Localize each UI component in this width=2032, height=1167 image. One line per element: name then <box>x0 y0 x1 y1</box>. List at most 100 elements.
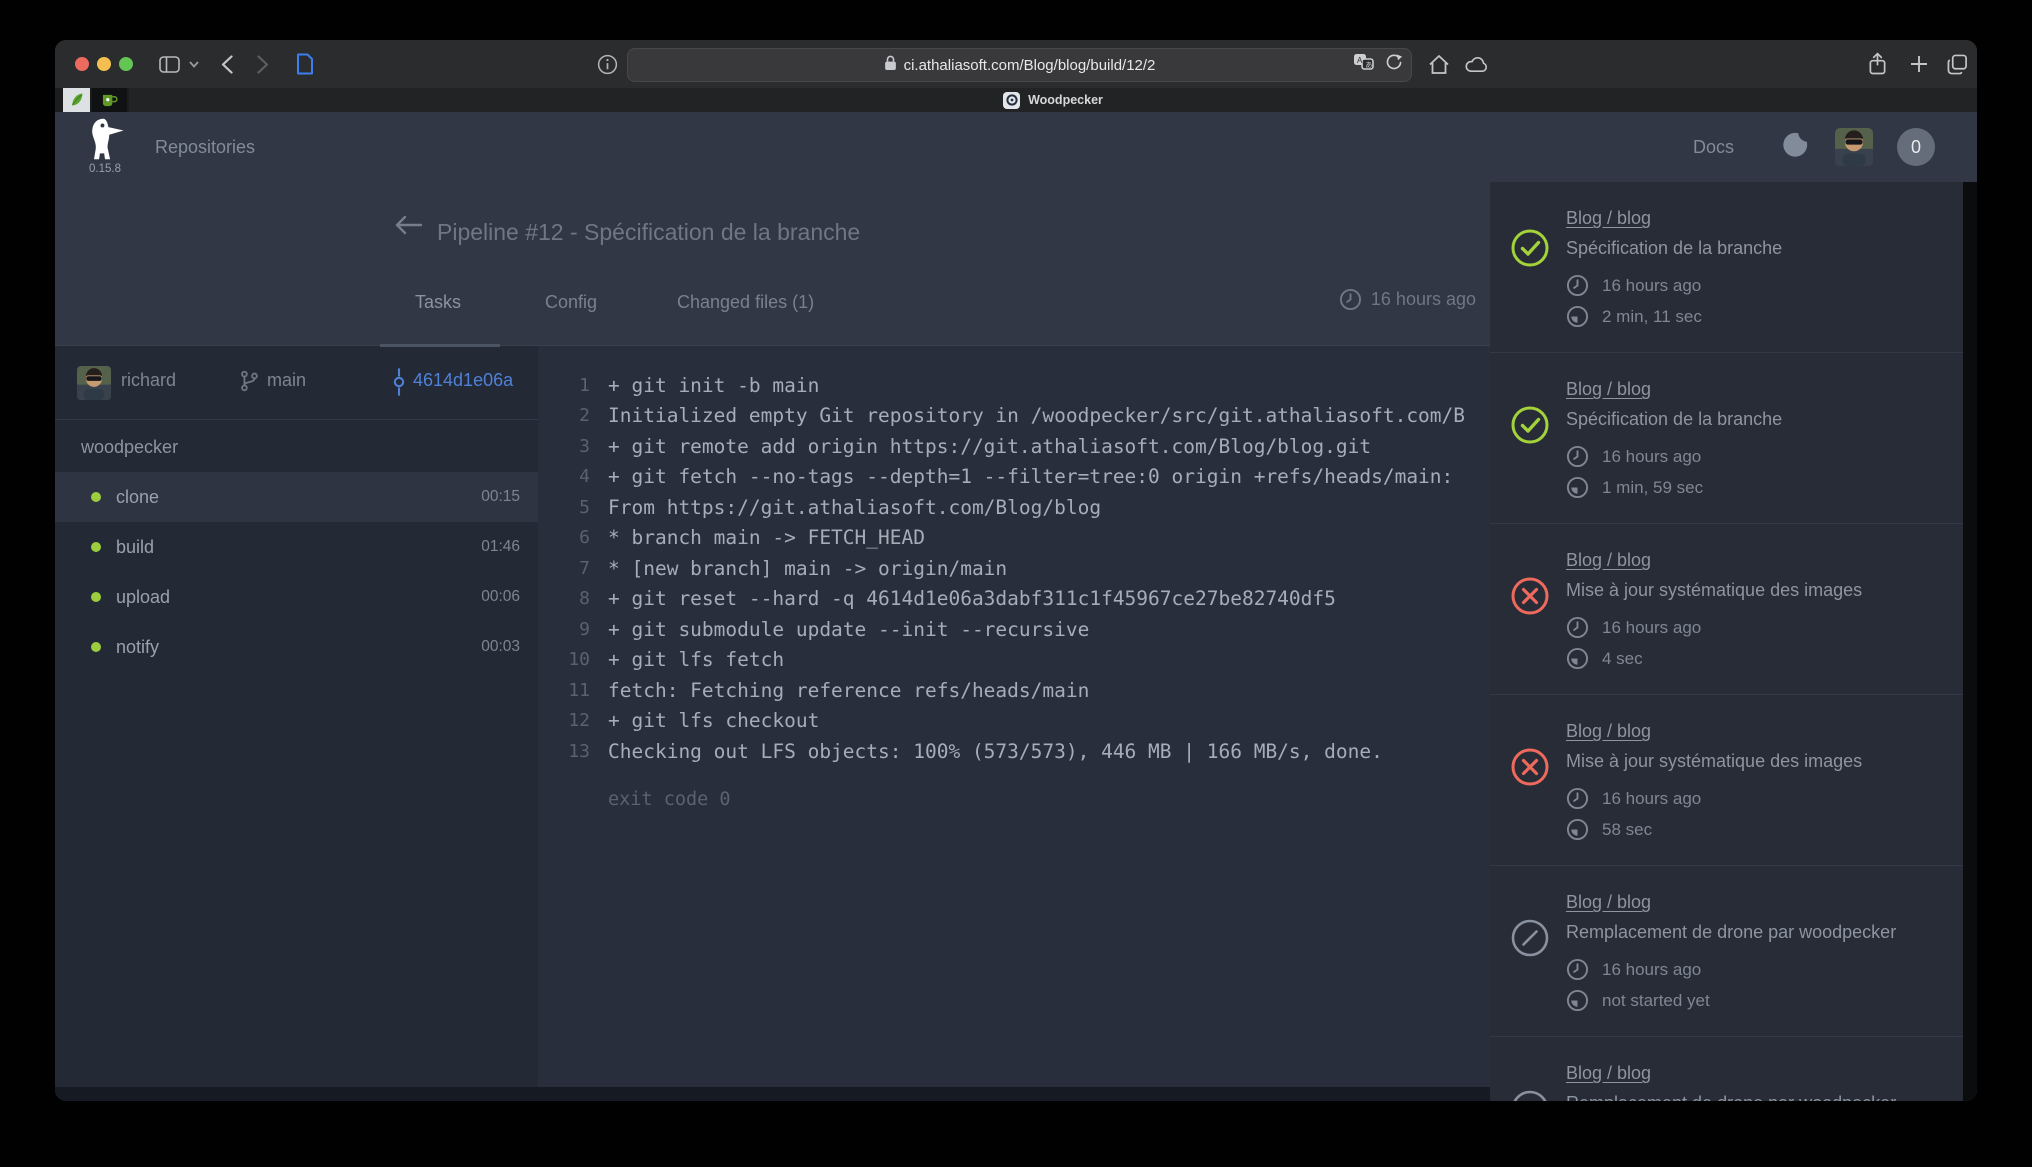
pipeline-time: 16 hours ago <box>1339 288 1476 311</box>
branch-name[interactable]: main <box>267 370 306 391</box>
build-time: 16 hours ago <box>1602 618 1701 638</box>
version-label: 0.15.8 <box>83 163 127 175</box>
gitea-cup-icon <box>101 93 118 108</box>
nav-docs-link[interactable]: Docs <box>1693 112 1734 182</box>
clock-icon <box>1566 274 1589 297</box>
failure-icon <box>1510 576 1550 616</box>
share-icon[interactable] <box>1865 52 1889 76</box>
console-line: 7* [new branch] main -> origin/main <box>558 553 1490 584</box>
translate-icon[interactable]: Aあ <box>1353 53 1375 77</box>
address-bar[interactable]: ci.athaliasoft.com/Blog/blog/build/12/2 … <box>627 48 1412 82</box>
build-duration: 58 sec <box>1602 820 1652 840</box>
repo-link[interactable]: Blog / blog <box>1566 550 1651 571</box>
pipeline-header: Pipeline #12 - Spécification de la branc… <box>55 182 1490 346</box>
tab-overview-icon[interactable] <box>1945 52 1969 76</box>
build-entry[interactable]: Blog / blog Remplacement de drone par wo… <box>1490 1036 1963 1101</box>
steps-panel: richard main 4614d1e06a woodpecker <box>55 346 538 1087</box>
console-line: 6* branch main -> FETCH_HEAD <box>558 523 1490 554</box>
home-icon[interactable] <box>1427 52 1451 76</box>
pipeline-main: Pipeline #12 - Spécification de la branc… <box>55 182 1490 1101</box>
step-success-dot <box>91 542 101 552</box>
tab-config[interactable]: Config <box>545 292 597 313</box>
build-duration: 2 min, 11 sec <box>1602 307 1702 327</box>
build-duration: 4 sec <box>1602 649 1643 669</box>
commit-hash-link[interactable]: 4614d1e06a <box>413 370 513 391</box>
app-body: Pipeline #12 - Spécification de la branc… <box>55 182 1977 1101</box>
repo-link[interactable]: Blog / blog <box>1566 892 1651 913</box>
commit-message: Mise à jour systématique des images <box>1566 580 1862 601</box>
duration-icon <box>1566 476 1589 499</box>
skipped-icon <box>1510 1089 1550 1101</box>
info-icon[interactable] <box>595 52 619 76</box>
step-build[interactable]: build 01:46 <box>55 522 538 572</box>
pinned-tab-feather[interactable] <box>63 88 90 112</box>
woodpecker-logo[interactable]: 0.15.8 <box>83 117 127 175</box>
console-line: 9+ git submodule update --init --recursi… <box>558 614 1490 645</box>
user-avatar[interactable] <box>1835 128 1873 166</box>
chevron-down-icon[interactable] <box>187 52 201 76</box>
feather-icon <box>69 92 85 108</box>
clock-icon <box>1339 288 1362 311</box>
console-line: 1+ git init -b main <box>558 370 1490 401</box>
console-line: 12+ git lfs checkout <box>558 706 1490 737</box>
console-line: 3+ git remote add origin https://git.ath… <box>558 431 1490 462</box>
minimize-window-button[interactable] <box>97 57 111 71</box>
workflow-name: woodpecker <box>55 420 538 472</box>
sidebar-toggle-icon[interactable] <box>157 52 181 76</box>
skipped-icon <box>1510 918 1550 958</box>
woodpecker-favicon <box>1003 92 1020 109</box>
page-icon[interactable] <box>293 52 317 76</box>
close-window-button[interactable] <box>75 57 89 71</box>
console-line: 11fetch: Fetching reference refs/heads/m… <box>558 675 1490 706</box>
new-tab-icon[interactable] <box>1907 52 1931 76</box>
step-upload[interactable]: upload 00:06 <box>55 572 538 622</box>
author-avatar <box>77 366 111 400</box>
console-line: 8+ git reset --hard -q 4614d1e06a3dabf31… <box>558 584 1490 615</box>
commit-message: Mise à jour systématique des images <box>1566 751 1862 772</box>
recent-builds-sidebar: Blog / blog Spécification de la branche … <box>1490 182 1977 1101</box>
lock-icon <box>884 55 897 75</box>
notification-badge[interactable]: 0 <box>1897 128 1935 166</box>
sidebar-scrollbar[interactable] <box>1963 182 1977 1101</box>
build-time: 16 hours ago <box>1602 447 1701 467</box>
repo-link[interactable]: Blog / blog <box>1566 721 1651 742</box>
cloud-icon[interactable] <box>1465 52 1489 76</box>
author-name: richard <box>121 370 176 391</box>
duration-icon <box>1566 305 1589 328</box>
build-entry[interactable]: Blog / blog Mise à jour systématique des… <box>1490 694 1963 865</box>
tab-tasks[interactable]: Tasks <box>415 292 461 313</box>
clock-icon <box>1566 616 1589 639</box>
step-clone[interactable]: clone 00:15 <box>55 472 538 522</box>
console-output[interactable]: 1+ git init -b main 2Initialized empty G… <box>538 346 1490 1087</box>
build-entry[interactable]: Blog / blog Remplacement de drone par wo… <box>1490 865 1963 1036</box>
build-duration: not started yet <box>1602 991 1710 1011</box>
active-tab[interactable]: Woodpecker <box>129 88 1977 112</box>
forward-button[interactable] <box>251 52 275 76</box>
tab-title: Woodpecker <box>1028 93 1103 107</box>
commit-message: Remplacement de drone par woodpecker <box>1566 922 1896 943</box>
repo-link[interactable]: Blog / blog <box>1566 1063 1651 1084</box>
svg-text:あ: あ <box>1365 61 1372 69</box>
reload-icon[interactable] <box>1385 53 1403 77</box>
success-icon <box>1510 405 1550 445</box>
step-notify[interactable]: notify 00:03 <box>55 622 538 672</box>
pinned-tab-gitea[interactable] <box>92 88 127 112</box>
duration-icon <box>1566 989 1589 1012</box>
build-entry[interactable]: Blog / blog Mise à jour systématique des… <box>1490 523 1963 694</box>
zoom-window-button[interactable] <box>119 57 133 71</box>
repo-link[interactable]: Blog / blog <box>1566 379 1651 400</box>
build-entry[interactable]: Blog / blog Spécification de la branche … <box>1490 190 1963 352</box>
back-button[interactable] <box>215 52 239 76</box>
clock-icon <box>1566 958 1589 981</box>
tab-changed-files[interactable]: Changed files (1) <box>677 292 814 313</box>
branch-icon <box>238 368 260 399</box>
console-line: 5From https://git.athaliasoft.com/Blog/b… <box>558 492 1490 523</box>
clock-icon <box>1566 445 1589 468</box>
duration-icon <box>1566 647 1589 670</box>
nav-repositories-link[interactable]: Repositories <box>155 112 255 182</box>
back-arrow-icon[interactable] <box>393 214 423 241</box>
moon-icon[interactable] <box>1782 131 1809 163</box>
build-meta: richard main 4614d1e06a <box>55 346 538 420</box>
build-entry[interactable]: Blog / blog Spécification de la branche … <box>1490 352 1963 523</box>
repo-link[interactable]: Blog / blog <box>1566 208 1651 229</box>
